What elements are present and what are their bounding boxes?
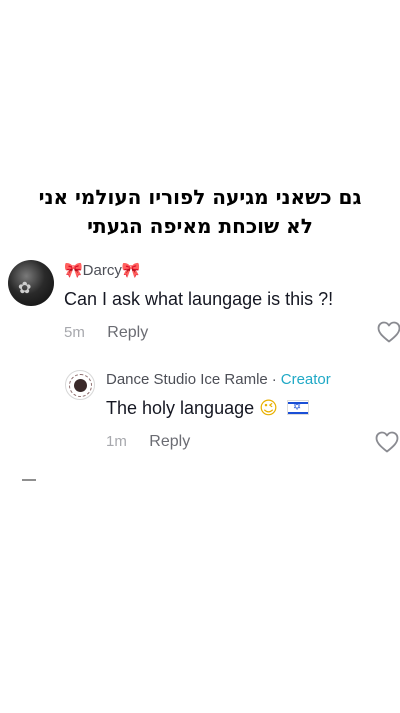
reply-button[interactable]: Reply xyxy=(107,324,148,341)
video-caption: גם כשאני מגיעה לפוריו העולמי אני לא שוכח… xyxy=(0,183,400,241)
creator-badge: Creator xyxy=(280,371,331,388)
israel-flag-icon: ✡ xyxy=(286,400,309,415)
comment-text: Can I ask what laungage is this ?! xyxy=(64,289,334,309)
like-heart-icon[interactable] xyxy=(375,431,399,453)
reply-text: The holy language xyxy=(106,398,255,418)
reply-username[interactable]: Dance Studio Ice Ramle xyxy=(106,371,268,388)
caption-line-1: גם כשאני מגיעה לפוריו העולמי אני xyxy=(38,185,362,209)
comment-meta: 5m Reply xyxy=(64,324,148,342)
comment-timestamp: 5m xyxy=(64,324,85,341)
like-heart-icon[interactable] xyxy=(377,321,400,343)
comment-username[interactable]: 🎀Darcy🎀 xyxy=(64,261,141,279)
avatar[interactable]: ✿ xyxy=(8,260,54,306)
creator-avatar[interactable] xyxy=(65,370,95,400)
reply-timestamp: 1m xyxy=(106,433,127,450)
divider-speck xyxy=(22,479,36,481)
caption-line-2: לא שוכחת מאיפה הגעתי xyxy=(87,214,313,238)
reply-meta: 1m Reply xyxy=(106,433,190,451)
wink-emoji-icon: 😉 xyxy=(259,398,278,419)
reply-username-row: Dance Studio Ice Ramle · Creator xyxy=(106,371,331,388)
reply-button[interactable]: Reply xyxy=(149,433,190,450)
separator-dot: · xyxy=(271,371,277,388)
user-avatar-icon: ✿ xyxy=(18,280,32,297)
reply-text-row: The holy language 😉 ✡ xyxy=(106,398,309,419)
